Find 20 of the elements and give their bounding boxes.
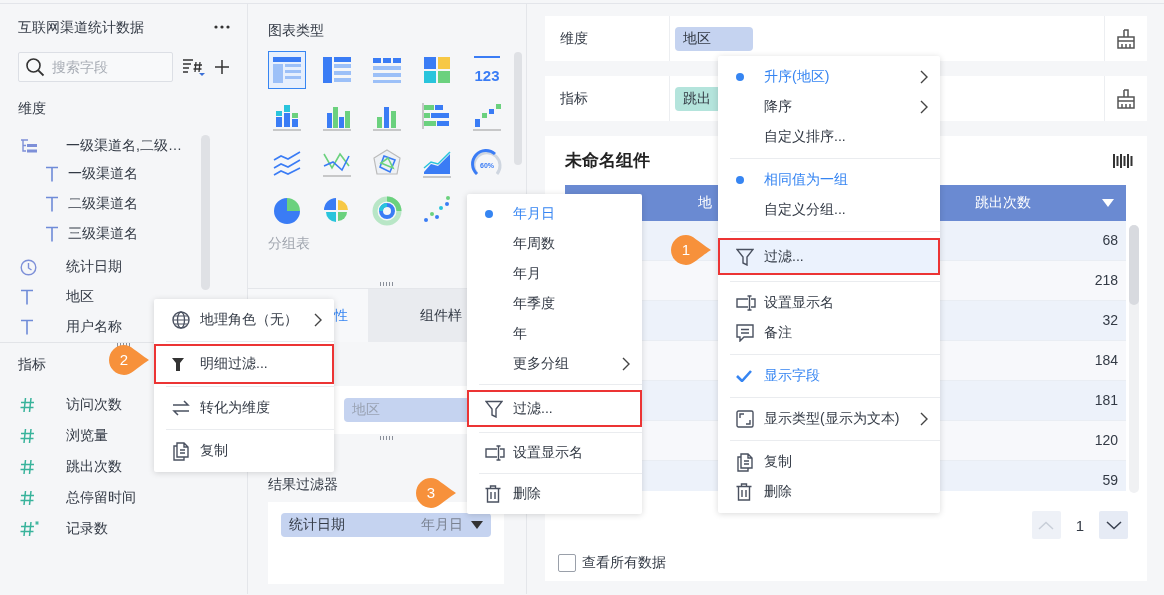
chart-type-caption: 分组表 [268,234,310,252]
section-title: 图表类型 [268,21,325,40]
step-marker: 1 [671,235,711,265]
page-number: 1 [1074,516,1085,534]
section-label: 指标 [18,355,46,374]
table-cell-text: 184 [1093,351,1119,370]
section-label: 维度 [18,99,46,118]
shelf-label: 指标 [545,76,670,121]
widget-title: 未命名组件 [565,150,650,172]
shelf-label: 维度 [545,16,670,61]
step-marker: 2 [109,345,149,375]
step-marker: 3 [416,478,456,508]
table-cell-text: 181 [1093,391,1119,410]
table-cell-text: 68 [1101,231,1119,250]
section-title: 结果过滤器 [268,475,338,494]
table-cell-text: 120 [1093,431,1119,450]
table-cell-text: 218 [1093,271,1119,290]
table-cell-text: 32 [1101,311,1119,330]
dataset-title: 互联网渠道统计数据 [18,18,144,37]
table-cell-text: 59 [1101,471,1119,490]
